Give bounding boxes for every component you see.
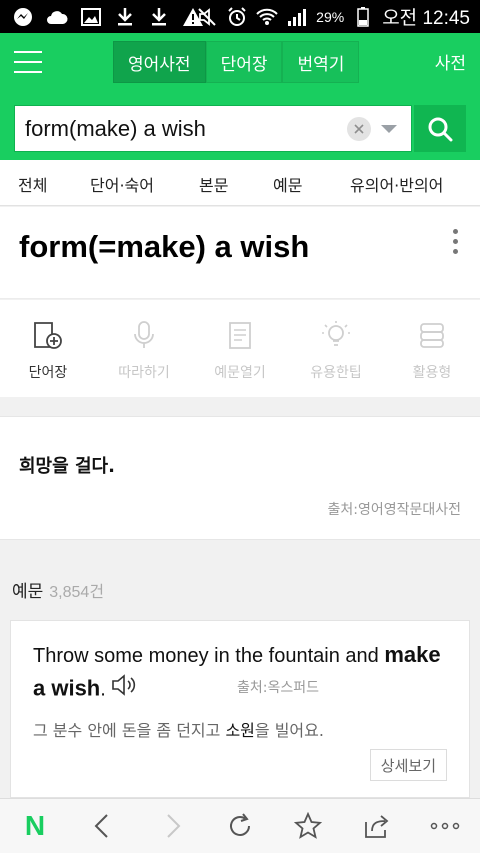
search-query-text[interactable]: form(make) a wish <box>25 116 347 142</box>
refresh-button[interactable] <box>225 811 255 841</box>
action-label: 예문열기 <box>214 365 266 381</box>
microphone-icon <box>127 318 161 352</box>
chevron-down-icon[interactable] <box>381 124 397 133</box>
search-button[interactable] <box>414 105 466 152</box>
action-label: 유용한팁 <box>310 365 362 381</box>
wifi-icon <box>256 6 278 28</box>
example-english-text: Throw some money in the fountain and <box>33 645 385 667</box>
example-english-end: . <box>100 678 106 701</box>
battery-icon <box>352 6 374 28</box>
bookmark-button[interactable] <box>293 811 323 841</box>
alarm-icon <box>226 6 248 28</box>
entry-title: form(=make) a wish <box>19 229 310 264</box>
layers-icon <box>415 318 449 352</box>
dictionary-home-link[interactable]: 사전 <box>435 49 466 74</box>
app-header: 영어사전 단어장 번역기 사전 form(make) a wish <box>0 33 480 160</box>
download-icon <box>114 6 136 28</box>
example-korean-highlight: 소원 <box>225 721 255 740</box>
result-filter-tabs: 전체 단어·숙어 본문 예문 유의어·반의어 <box>0 160 480 206</box>
naver-logo-icon: N <box>24 810 46 841</box>
filter-words-idioms[interactable]: 단어·숙어 <box>90 172 154 196</box>
clock-time: 오전 12:45 <box>382 8 470 29</box>
lightbulb-icon <box>319 318 353 352</box>
battery-percent: 29% <box>316 8 345 25</box>
entry-actions: 단어장 따라하기 예문열기 유용한팁 활용형 <box>0 300 480 397</box>
add-wordbook-icon <box>31 318 65 352</box>
example-korean-text: 그 분수 안에 돈을 좀 던지고 <box>33 721 226 740</box>
more-menu-button[interactable] <box>430 811 460 841</box>
action-useful-tips: 유용한팁 <box>288 318 384 382</box>
entry-header: form(=make) a wish <box>0 207 480 299</box>
download-icon <box>148 6 170 28</box>
filter-main-text[interactable]: 본문 <box>199 172 228 196</box>
example-korean: 그 분수 안에 돈을 좀 던지고 소원을 빌어요. <box>33 717 324 741</box>
menu-icon[interactable] <box>14 51 42 75</box>
refresh-icon <box>230 813 250 836</box>
meaning-section: 희망을 걸다. 출처:영어영작문대사전 <box>0 416 480 540</box>
speaker-icon[interactable] <box>110 672 140 708</box>
tab-wordbook[interactable]: 단어장 <box>205 41 283 83</box>
back-button[interactable] <box>87 811 117 841</box>
forward-button[interactable] <box>158 811 188 841</box>
naver-home-button[interactable]: N <box>20 810 50 841</box>
view-detail-button[interactable]: 상세보기 <box>369 749 447 781</box>
examples-heading: 예문 3,854건 <box>12 577 104 602</box>
star-icon <box>294 812 322 839</box>
action-wordbook[interactable]: 단어장 <box>0 318 96 382</box>
share-button[interactable] <box>362 811 392 841</box>
action-repeat: 따라하기 <box>96 318 192 382</box>
example-card: Throw some money in the fountain and mak… <box>10 620 470 798</box>
example-english: Throw some money in the fountain and mak… <box>33 639 453 708</box>
service-tabs: 영어사전 단어장 번역기 <box>113 41 360 83</box>
action-inflections: 활용형 <box>384 318 480 382</box>
tab-english-dictionary[interactable]: 영어사전 <box>113 41 206 83</box>
example-source: 출처:옥스퍼드 <box>237 680 319 696</box>
signal-icon <box>286 6 308 28</box>
examples-title: 예문 <box>12 582 44 602</box>
clear-icon[interactable] <box>347 116 371 141</box>
tab-translator[interactable]: 번역기 <box>282 41 360 83</box>
example-korean-end: 을 빌어요. <box>254 721 324 740</box>
more-horizontal-icon <box>430 822 460 830</box>
filter-all[interactable]: 전체 <box>18 172 47 196</box>
filter-examples[interactable]: 예문 <box>273 172 302 196</box>
search-input[interactable]: form(make) a wish <box>14 105 412 152</box>
action-label: 단어장 <box>28 365 68 381</box>
cloud-icon <box>46 6 68 28</box>
image-icon <box>80 6 102 28</box>
action-label: 활용형 <box>412 365 452 381</box>
action-open-examples: 예문열기 <box>192 318 288 382</box>
note-icon <box>223 318 257 352</box>
messenger-icon <box>12 6 34 28</box>
examples-count: 3,854건 <box>49 584 105 601</box>
status-bar: 29% 오전 12:45 <box>0 0 480 33</box>
action-label: 따라하기 <box>118 365 170 381</box>
browser-bottom-bar: N <box>0 798 480 853</box>
mute-icon <box>196 6 218 28</box>
filter-synonyms-antonyms[interactable]: 유의어·반의어 <box>350 172 443 196</box>
more-options-icon[interactable] <box>453 229 459 259</box>
chevron-left-icon <box>94 814 108 838</box>
meaning-source: 출처:영어영작문대사전 <box>327 502 461 518</box>
chevron-right-icon <box>167 814 181 838</box>
meaning-text: 희망을 걸다. <box>19 456 115 477</box>
search-icon <box>428 117 453 141</box>
share-icon <box>365 815 389 838</box>
